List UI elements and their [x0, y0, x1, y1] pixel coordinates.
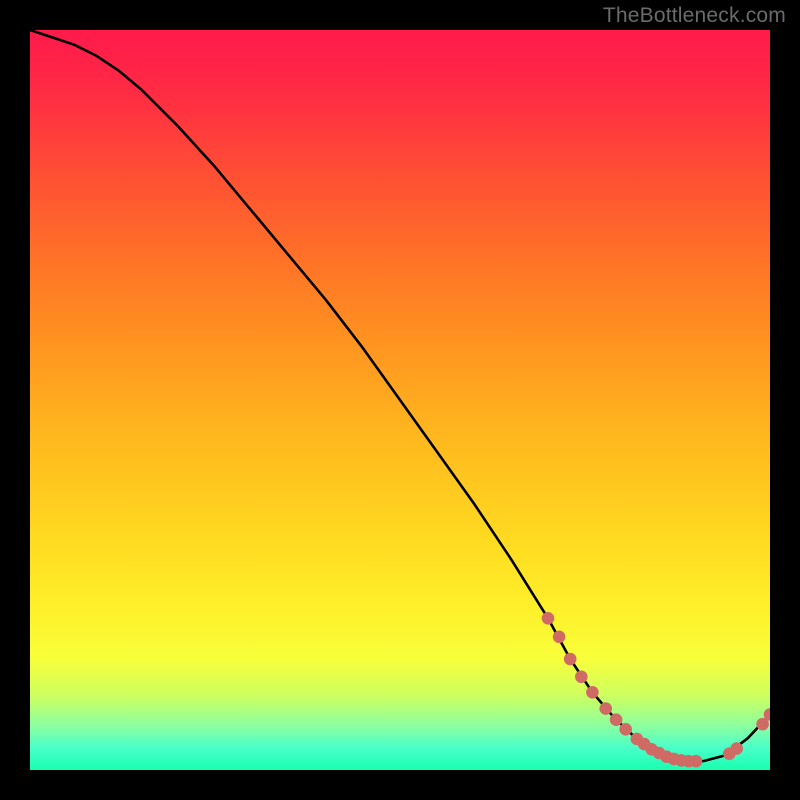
data-markers: [542, 612, 770, 767]
data-marker: [730, 742, 743, 755]
watermark-text: TheBottleneck.com: [603, 4, 786, 28]
data-marker: [599, 702, 612, 715]
data-marker: [553, 631, 566, 644]
data-marker: [564, 653, 577, 666]
chart-area: [30, 30, 770, 770]
data-marker: [542, 612, 555, 625]
data-marker: [619, 723, 632, 736]
data-marker: [690, 755, 703, 768]
data-marker: [610, 713, 623, 726]
curve-line: [30, 30, 770, 761]
chart-svg: [30, 30, 770, 770]
data-marker: [586, 686, 599, 699]
data-marker: [575, 670, 588, 683]
